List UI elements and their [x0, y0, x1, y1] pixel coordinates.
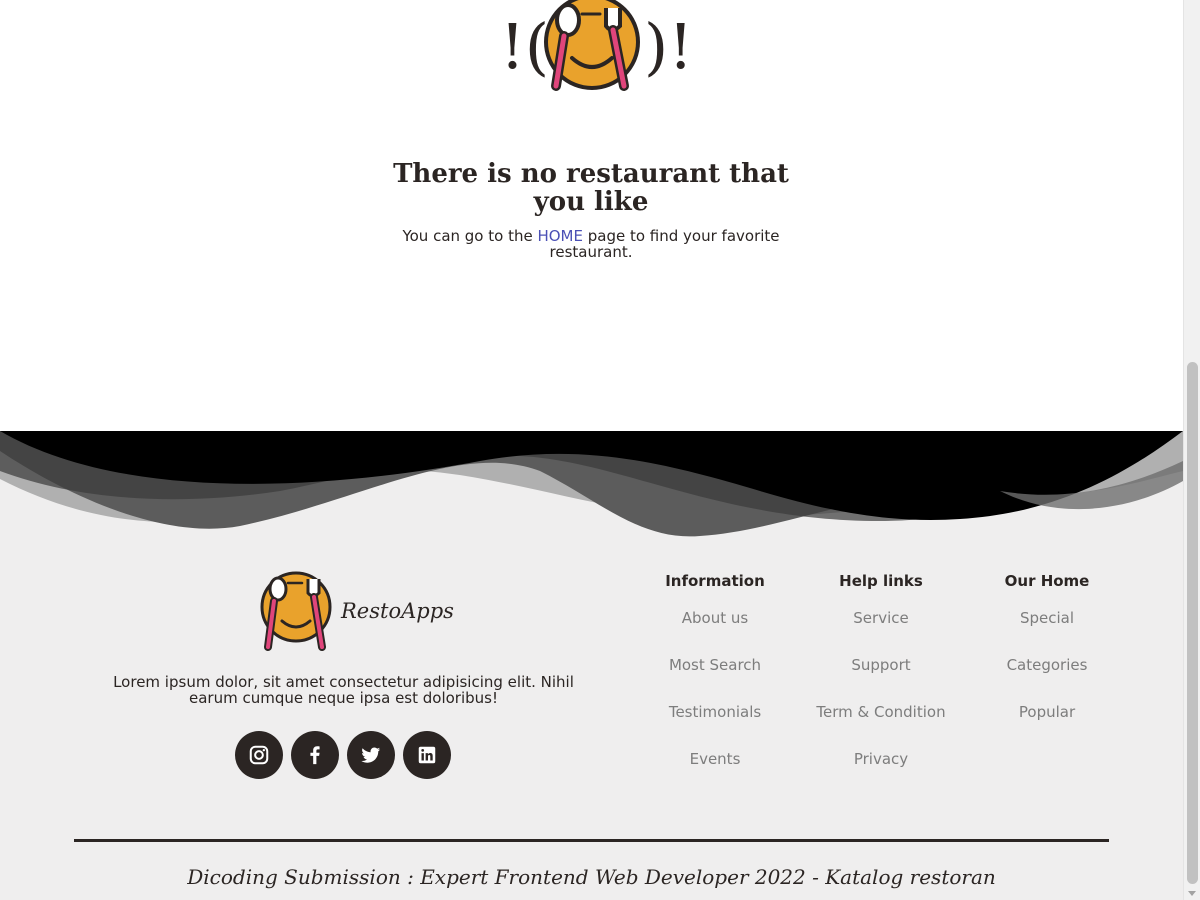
empty-state-description: You can go to the HOME page to find your…	[391, 228, 791, 260]
footer-link-support[interactable]: Support	[801, 657, 961, 704]
footer-link-about-us[interactable]: About us	[635, 610, 795, 657]
column-links: About us Most Search Testimonials Events	[635, 610, 795, 798]
footer-link-term-condition[interactable]: Term & Condition	[801, 704, 961, 751]
footer-about-text: Lorem ipsum dolor, sit amet consectetur …	[113, 673, 574, 707]
column-links: Service Support Term & Condition Privacy	[801, 610, 961, 798]
footer-wave-decoration	[0, 431, 1183, 546]
footer-column-help-links: Help links Service Support Term & Condit…	[801, 569, 961, 798]
instagram-icon	[249, 745, 269, 765]
footer-link-service[interactable]: Service	[801, 610, 961, 657]
column-title: Information	[665, 572, 765, 590]
footer-column-information: Information About us Most Search Testimo…	[635, 569, 795, 798]
brand-name: RestoApps	[341, 599, 454, 623]
footer-link-popular[interactable]: Popular	[967, 704, 1127, 751]
footer-link-most-search[interactable]: Most Search	[635, 657, 795, 704]
facebook-link[interactable]	[291, 731, 339, 779]
footer-link-categories[interactable]: Categories	[967, 657, 1127, 704]
footer-link-events[interactable]: Events	[635, 751, 795, 798]
svg-text:)!: )!	[644, 10, 688, 83]
vertical-scrollbar[interactable]	[1183, 0, 1200, 900]
footer-divider	[74, 839, 1109, 842]
footer-link-testimonials[interactable]: Testimonials	[635, 704, 795, 751]
restoapps-logo-icon	[260, 571, 332, 651]
column-title: Help links	[839, 572, 923, 590]
instagram-link[interactable]	[235, 731, 283, 779]
desc-text-before: You can go to the	[402, 227, 538, 245]
twitter-icon	[361, 747, 381, 763]
footer-link-special[interactable]: Special	[967, 610, 1127, 657]
sad-emoji-logo: !( )!	[500, 0, 688, 91]
linkedin-link[interactable]	[403, 731, 451, 779]
social-links	[235, 731, 451, 779]
empty-state: !( )! There is no restaurant that you li…	[0, 0, 1183, 431]
scrollbar-thumb[interactable]	[1187, 362, 1198, 884]
empty-state-title: There is no restaurant that you like	[393, 159, 789, 217]
column-links: Special Categories Popular	[967, 610, 1127, 751]
desc-text-after: page to find your favorite restaurant.	[549, 227, 780, 261]
column-title: Our Home	[1004, 572, 1090, 590]
footer-link-privacy[interactable]: Privacy	[801, 751, 961, 798]
scroll-down-arrow-icon[interactable]	[1188, 891, 1196, 896]
linkedin-icon	[418, 746, 436, 764]
facebook-icon	[310, 746, 320, 765]
page: !( )! There is no restaurant that you li…	[0, 0, 1183, 900]
footer-brand[interactable]: RestoApps	[258, 571, 454, 653]
site-footer: RestoApps Lorem ipsum dolor, sit amet co…	[0, 431, 1183, 900]
svg-text:!(: !(	[500, 10, 549, 83]
footer-column-our-home: Our Home Special Categories Popular	[967, 569, 1127, 751]
twitter-link[interactable]	[347, 731, 395, 779]
footer-credit: Dicoding Submission : Expert Frontend We…	[187, 865, 996, 889]
